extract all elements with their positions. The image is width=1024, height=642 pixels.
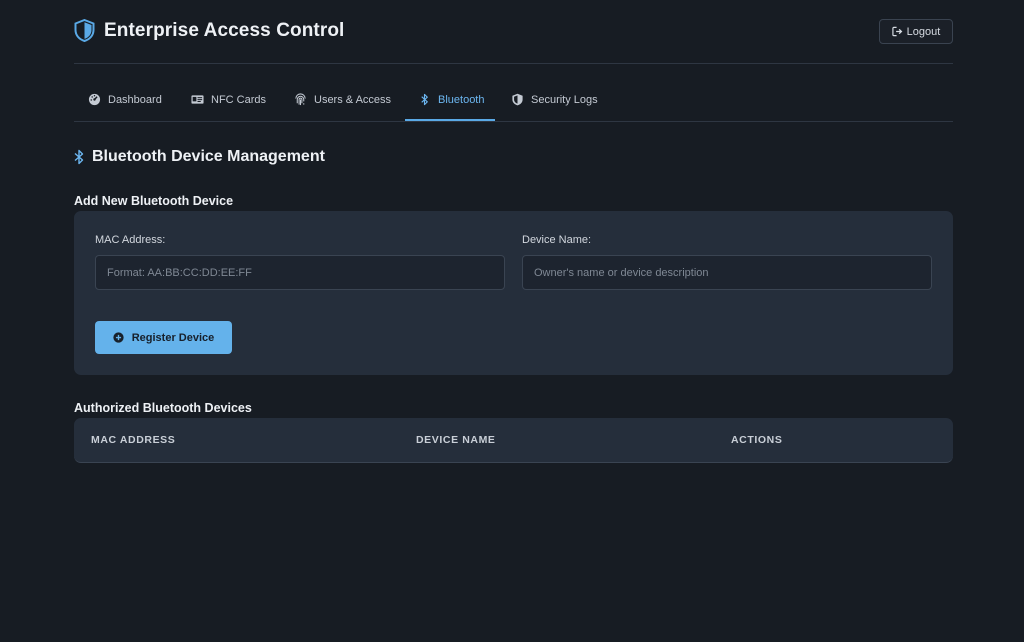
mac-address-input[interactable]	[95, 255, 505, 290]
devices-table: MAC ADDRESS DEVICE NAME ACTIONS	[74, 418, 953, 463]
bluetooth-icon	[421, 93, 428, 106]
column-header-device-name: DEVICE NAME	[416, 434, 496, 446]
add-device-form: MAC Address: Device Name: Register Devic…	[74, 211, 953, 375]
brand: Enterprise Access Control	[74, 19, 344, 42]
logout-button[interactable]: Logout	[879, 19, 953, 44]
sign-out-icon	[891, 26, 903, 37]
plus-circle-icon	[113, 332, 124, 343]
device-name-label: Device Name:	[522, 234, 592, 246]
section-heading: Bluetooth Device Management	[74, 148, 325, 166]
register-device-label: Register Device	[131, 331, 215, 344]
devices-title: Authorized Bluetooth Devices	[74, 401, 252, 415]
register-device-button[interactable]: Register Device	[95, 321, 232, 354]
app-container: Enterprise Access Control Logout Dashboa…	[74, 0, 953, 463]
tab-dashboard[interactable]: Dashboard	[88, 90, 162, 121]
main-tabs: Dashboard NFC Cards Users & Access Bluet…	[74, 90, 953, 122]
app-title: Enterprise Access Control	[104, 19, 345, 41]
section-title: Bluetooth Device Management	[92, 148, 325, 165]
shield-icon	[512, 93, 523, 106]
tab-users-access[interactable]: Users & Access	[294, 90, 391, 121]
id-card-icon	[191, 95, 204, 104]
logout-label: Logout	[906, 25, 941, 38]
tab-label: Bluetooth	[438, 93, 485, 106]
device-name-input[interactable]	[522, 255, 932, 290]
shield-logo-icon	[74, 19, 95, 42]
tab-security-logs[interactable]: Security Logs	[511, 90, 598, 121]
form-title: Add New Bluetooth Device	[74, 194, 234, 208]
dashboard-icon	[88, 93, 101, 106]
tab-label: NFC Cards	[211, 93, 267, 106]
column-header-actions: ACTIONS	[731, 434, 783, 446]
tab-nfc-cards[interactable]: NFC Cards	[191, 90, 266, 121]
tab-label: Users & Access	[314, 93, 392, 106]
mac-address-label: MAC Address:	[95, 234, 166, 246]
active-tab-indicator	[405, 119, 495, 121]
tab-label: Dashboard	[108, 93, 162, 106]
tab-bluetooth[interactable]: Bluetooth	[418, 90, 484, 121]
tab-label: Security Logs	[531, 93, 598, 106]
bluetooth-icon	[74, 149, 84, 165]
app-header: Enterprise Access Control Logout	[74, 0, 953, 64]
column-header-mac-address: MAC ADDRESS	[91, 434, 176, 446]
fingerprint-icon	[295, 93, 306, 106]
